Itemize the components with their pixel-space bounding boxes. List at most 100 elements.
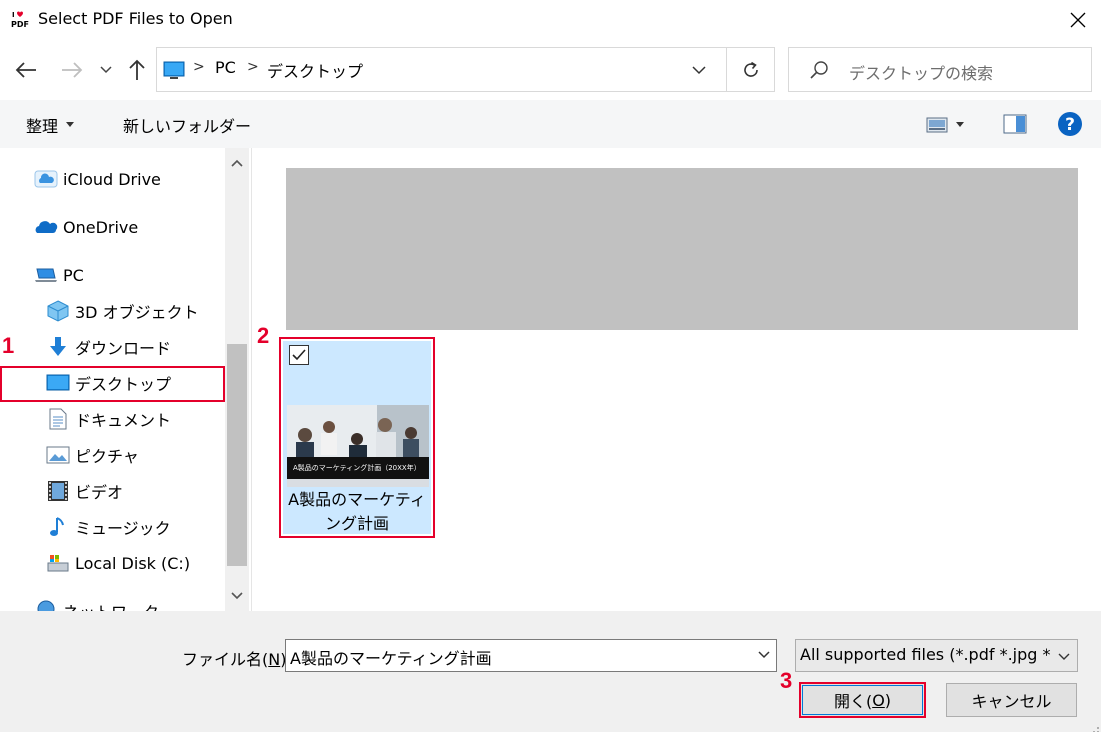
pc-icon [163, 60, 185, 80]
help-icon: ? [1058, 112, 1082, 136]
file-thumbnail: A製品のマーケティング計画（20XX年） [287, 405, 429, 487]
nav-item-label: iCloud Drive [63, 169, 161, 189]
open-button-focus: 開く(O) [802, 685, 923, 715]
filename-label-text: ファイル名( [182, 650, 269, 669]
dialog-bottom-panel: ファイル名(N): A製品のマーケティング計画 All supported fi… [0, 611, 1101, 732]
download-icon [46, 337, 70, 357]
file-item-selection: A製品のマーケティング計画（20XX年） A製品のマーケティ ング計画 [283, 341, 431, 534]
organize-label: 整理 [26, 117, 59, 136]
command-toolbar: 整理 新しいフォルダー [0, 100, 1101, 148]
filetype-dropdown[interactable] [1054, 648, 1071, 667]
nav-item-onedrive[interactable]: OneDrive [34, 211, 138, 243]
nav-item-icloud-drive[interactable]: iCloud Drive [34, 163, 161, 195]
network-icon [34, 599, 58, 611]
open-button[interactable]: 開く(O) [799, 682, 926, 718]
filename-value: A製品のマーケティング計画 [290, 649, 492, 668]
search-box[interactable]: デスクトップの検索 [788, 47, 1092, 92]
nav-item-network[interactable]: ネットワーク [34, 593, 159, 611]
file-checkbox[interactable] [289, 345, 309, 365]
caret-down-icon [956, 122, 964, 127]
arrow-up-icon [129, 59, 145, 80]
arrow-left-icon [15, 62, 36, 78]
caret-down-icon [66, 122, 75, 127]
pdf-app-icon: I PDF [11, 9, 31, 29]
scroll-down-button[interactable] [225, 581, 249, 611]
pictures-icon [46, 445, 70, 465]
pc-icon [34, 265, 58, 285]
nav-item-pictures[interactable]: ピクチャ [46, 439, 139, 471]
up-button[interactable] [122, 54, 152, 86]
chevron-down-icon [231, 592, 243, 600]
open-label-accelerator: O [872, 690, 885, 710]
filetype-value: All supported files (*.pdf *.jpg * [800, 645, 1051, 664]
change-view-button[interactable] [926, 114, 974, 136]
organize-button[interactable]: 整理 [26, 113, 75, 137]
svg-text:I: I [12, 11, 15, 19]
new-folder-button[interactable]: 新しいフォルダー [123, 113, 251, 137]
open-label: 開く( [833, 692, 873, 711]
file-name-line: ング計画 [324, 514, 389, 533]
check-icon [292, 349, 306, 361]
forward-button[interactable] [54, 54, 90, 86]
close-button[interactable] [1060, 4, 1096, 36]
filetype-select[interactable]: All supported files (*.pdf *.jpg * [795, 639, 1078, 672]
breadcrumb-separator[interactable]: > [193, 59, 205, 75]
breadcrumb-pc[interactable]: PC [215, 58, 236, 77]
svg-text:PDF: PDF [11, 20, 29, 29]
file-name: A製品のマーケティ ング計画 [283, 488, 431, 536]
filename-input[interactable]: A製品のマーケティング計画 [285, 639, 777, 672]
nav-item-downloads[interactable]: ダウンロード [46, 331, 171, 363]
nav-item-label: ドキュメント [75, 411, 172, 430]
nav-item-local-disk[interactable]: Local Disk (C:) [46, 547, 190, 579]
search-icon [809, 60, 829, 80]
scroll-up-button[interactable] [225, 148, 249, 178]
address-history-dropdown[interactable] [689, 60, 709, 80]
annotation-highlight-desktop [0, 366, 225, 402]
chevron-down-icon [100, 66, 112, 74]
refresh-button[interactable] [727, 47, 775, 92]
nav-item-pc[interactable]: PC [34, 259, 84, 291]
nav-scrollbar[interactable] [225, 148, 249, 611]
music-icon [46, 517, 70, 537]
nav-item-label: Local Disk (C:) [75, 553, 191, 573]
back-button[interactable] [8, 54, 44, 86]
nav-item-music[interactable]: ミュージック [46, 511, 171, 543]
scroll-thumb[interactable] [227, 344, 247, 566]
3d-objects-icon [46, 300, 70, 322]
preview-pane-icon [1003, 114, 1027, 134]
nav-item-label: ミュージック [75, 519, 171, 538]
nav-item-3d-objects[interactable]: 3D オブジェクト [46, 295, 199, 327]
help-button[interactable]: ? [1057, 111, 1083, 141]
nav-item-label: ビデオ [75, 483, 124, 502]
documents-icon [46, 408, 70, 430]
recent-locations-button[interactable] [96, 54, 116, 86]
nav-item-documents[interactable]: ドキュメント [46, 403, 171, 435]
title-bar: I PDF Select PDF Files to Open [0, 0, 1101, 40]
breadcrumb-separator[interactable]: > [247, 59, 259, 75]
nav-item-label: PC [63, 265, 84, 285]
resize-grip-icon [1093, 727, 1099, 732]
placeholder-banner [286, 168, 1078, 330]
nav-item-label: 3D オブジェクト [75, 303, 199, 322]
filename-label: ファイル名(N): [182, 646, 292, 670]
local-disk-icon [46, 553, 70, 573]
resize-grip[interactable] [1088, 720, 1100, 732]
filename-label-accelerator: N [268, 650, 281, 669]
file-item[interactable]: A製品のマーケティング計画（20XX年） A製品のマーケティ ング計画 [279, 337, 435, 538]
cancel-button[interactable]: キャンセル [946, 683, 1077, 717]
close-icon [1070, 12, 1086, 28]
arrow-right-icon [62, 62, 83, 78]
annotation-step-2: 2 [257, 323, 270, 348]
annotation-step-1: 1 [2, 333, 15, 358]
breadcrumb-desktop[interactable]: デスクトップ [267, 58, 363, 82]
file-list: A製品のマーケティング計画（20XX年） A製品のマーケティ ング計画 [252, 148, 1101, 611]
open-label-end: ) [884, 690, 892, 710]
navigation-pane: iCloud Drive OneDrive PC 3D オブジェクト ダウンロー… [0, 148, 251, 611]
preview-pane-button[interactable] [1003, 114, 1027, 134]
chevron-down-icon [692, 66, 706, 75]
thumbnail-caption: A製品のマーケティング計画（20XX年） [293, 463, 421, 472]
address-bar[interactable]: > PC > デスクトップ [156, 47, 727, 92]
nav-item-videos[interactable]: ビデオ [46, 475, 123, 507]
refresh-icon [743, 61, 758, 77]
filename-history-dropdown[interactable] [756, 646, 772, 666]
